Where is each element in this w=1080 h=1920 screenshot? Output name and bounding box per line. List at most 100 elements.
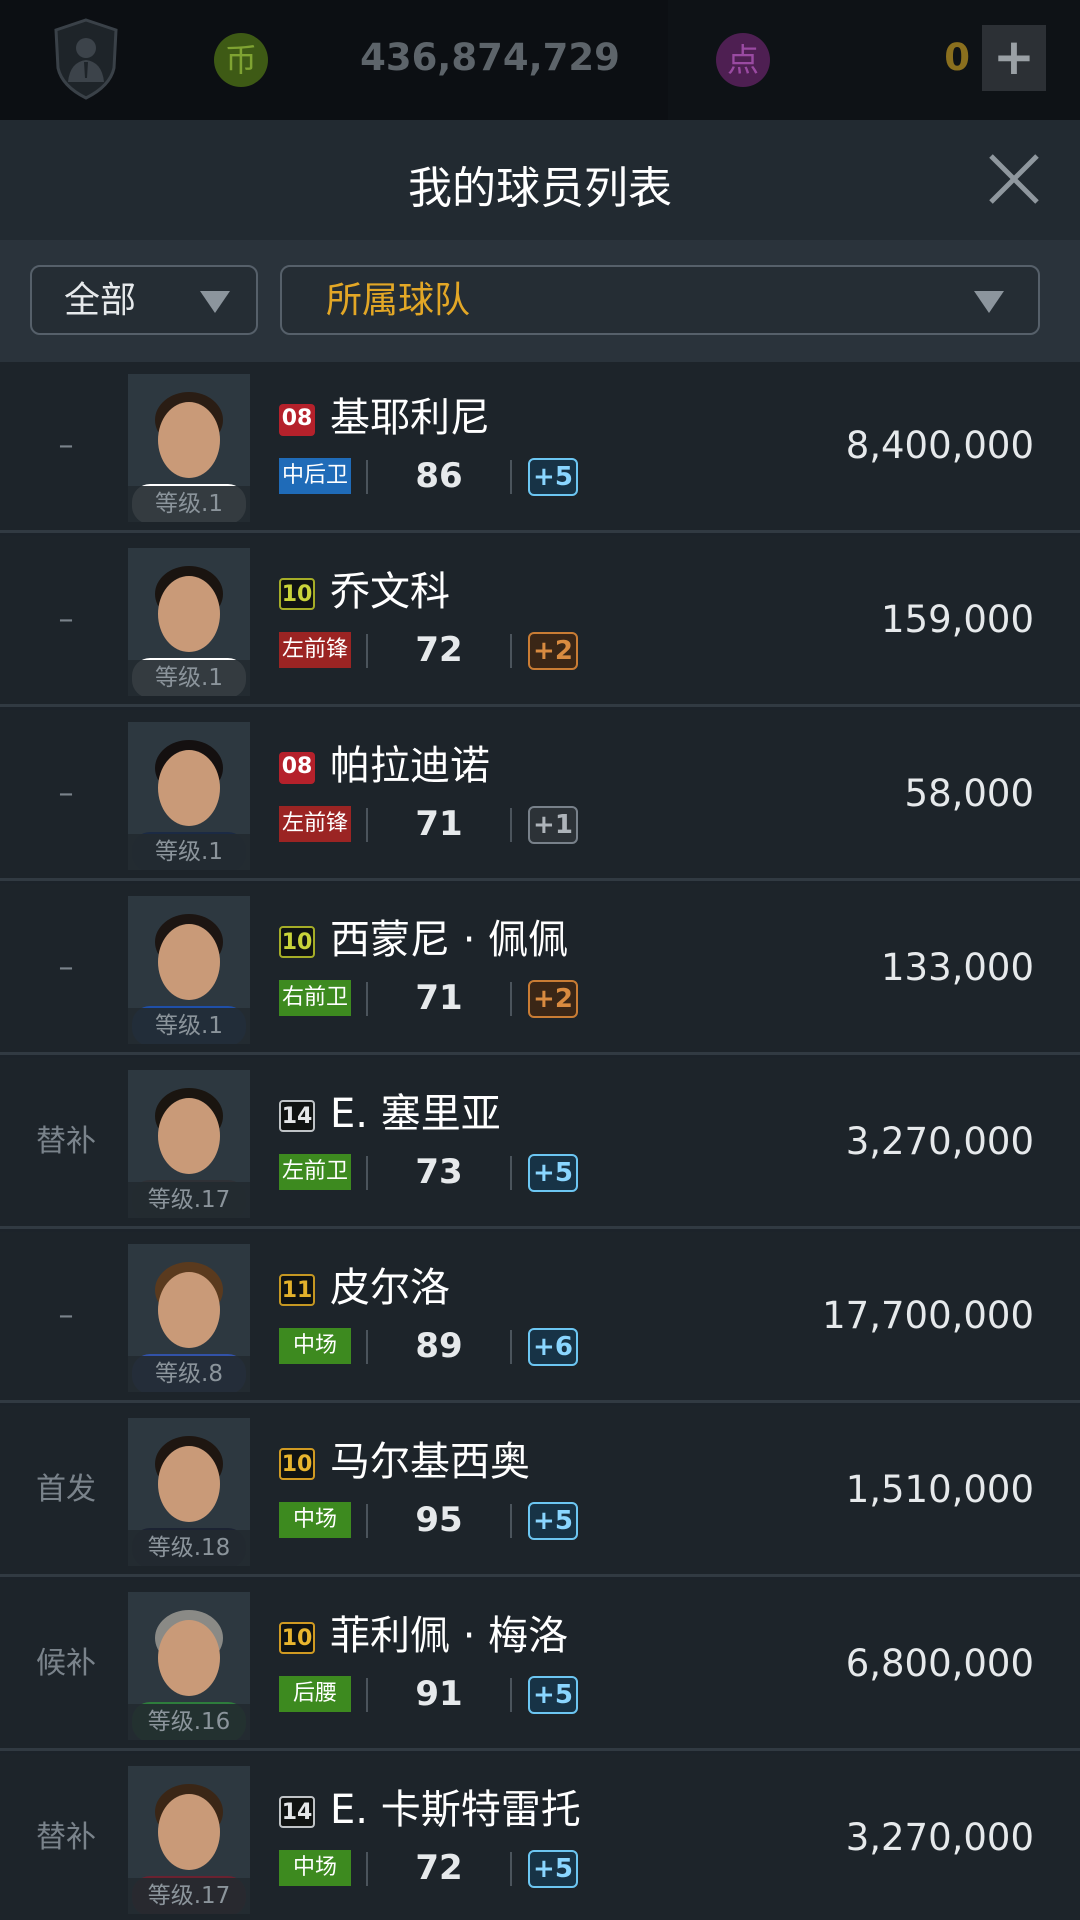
squad-status: 候补 xyxy=(36,1646,96,1681)
season-badge: 14 xyxy=(279,1100,315,1132)
divider xyxy=(366,1156,368,1190)
player-row[interactable]: – 等级.8 11 皮尔洛 中场 89 +6 17,700,000 xyxy=(0,1232,1080,1403)
position-badge: 左前锋 xyxy=(279,806,351,842)
position-badge: 中场 xyxy=(279,1328,351,1364)
player-level: 等级.1 xyxy=(128,660,250,696)
player-level: 等级.1 xyxy=(128,486,250,522)
chevron-down-icon xyxy=(200,291,230,313)
overall-rating: 71 xyxy=(415,804,463,844)
divider xyxy=(510,1330,512,1364)
squad-status: – xyxy=(58,1298,74,1333)
player-price: 1,510,000 xyxy=(845,1468,1034,1511)
upgrade-badge: +5 xyxy=(528,1154,578,1192)
squad-status: – xyxy=(58,776,74,811)
player-row[interactable]: 替补 等级.17 14 E. 卡斯特雷托 中场 72 +5 3,270,000 xyxy=(0,1754,1080,1920)
player-name: 马尔基西奥 xyxy=(330,1439,530,1485)
player-row[interactable]: 候补 等级.16 10 菲利佩 · 梅洛 后腰 91 +5 6,800,000 xyxy=(0,1580,1080,1751)
category-dropdown-label: 全部 xyxy=(64,280,137,321)
player-level: 等级.17 xyxy=(128,1878,250,1914)
player-price: 8,400,000 xyxy=(845,424,1034,467)
divider xyxy=(366,1678,368,1712)
divider xyxy=(510,808,512,842)
add-points-button[interactable]: + xyxy=(982,25,1046,91)
season-badge: 10 xyxy=(279,1448,315,1480)
squad-status: 首发 xyxy=(36,1472,96,1507)
overall-rating: 71 xyxy=(415,978,463,1018)
squad-status: 替补 xyxy=(36,1124,96,1159)
divider xyxy=(366,808,368,842)
divider xyxy=(510,634,512,668)
player-name: 乔文科 xyxy=(330,569,450,615)
position-badge: 左前锋 xyxy=(279,632,351,668)
player-row[interactable]: – 等级.1 10 乔文科 左前锋 72 +2 159,000 xyxy=(0,536,1080,707)
coin-amount: 436,874,729 xyxy=(360,36,620,79)
player-name: 基耶利尼 xyxy=(330,395,490,441)
player-level: 等级.1 xyxy=(128,834,250,870)
season-badge: 08 xyxy=(279,404,315,436)
divider xyxy=(510,460,512,494)
season-badge: 10 xyxy=(279,1622,315,1654)
upgrade-badge: +5 xyxy=(528,458,578,496)
squad-status: – xyxy=(58,950,74,985)
upgrade-badge: +5 xyxy=(528,1850,578,1888)
category-dropdown[interactable]: 全部 xyxy=(30,265,258,335)
player-list[interactable]: – 等级.1 08 基耶利尼 中后卫 86 +5 8,400,000 – 等级.… xyxy=(0,362,1080,1920)
player-price: 159,000 xyxy=(880,598,1034,641)
chevron-down-icon xyxy=(974,291,1004,313)
divider xyxy=(510,1156,512,1190)
team-dropdown[interactable]: 所属球队 xyxy=(280,265,1040,335)
divider xyxy=(366,1504,368,1538)
season-badge: 10 xyxy=(279,926,315,958)
overall-rating: 72 xyxy=(415,1848,463,1888)
overall-rating: 91 xyxy=(415,1674,463,1714)
overall-rating: 72 xyxy=(415,630,463,670)
player-level: 等级.17 xyxy=(128,1182,250,1218)
player-level: 等级.1 xyxy=(128,1008,250,1044)
player-level: 等级.8 xyxy=(128,1356,250,1392)
player-level: 等级.18 xyxy=(128,1530,250,1566)
player-price: 6,800,000 xyxy=(845,1642,1034,1685)
position-badge: 后腰 xyxy=(279,1676,351,1712)
point-icon: 点 xyxy=(716,33,770,87)
season-badge: 11 xyxy=(279,1274,315,1306)
player-name: E. 塞里亚 xyxy=(330,1091,501,1137)
position-badge: 左前卫 xyxy=(279,1154,351,1190)
position-badge: 中场 xyxy=(279,1502,351,1538)
page-title: 我的球员列表 xyxy=(408,163,672,214)
coin-icon: 币 xyxy=(214,33,268,87)
position-badge: 右前卫 xyxy=(279,980,351,1016)
player-name: 菲利佩 · 梅洛 xyxy=(330,1613,569,1659)
divider xyxy=(510,982,512,1016)
divider xyxy=(510,1852,512,1886)
title-bar: 我的球员列表 xyxy=(0,120,1080,240)
divider xyxy=(366,460,368,494)
overall-rating: 89 xyxy=(415,1326,463,1366)
overall-rating: 73 xyxy=(415,1152,463,1192)
upgrade-badge: +2 xyxy=(528,980,578,1018)
upgrade-badge: +6 xyxy=(528,1328,578,1366)
overall-rating: 95 xyxy=(415,1500,463,1540)
player-row[interactable]: 首发 等级.18 10 马尔基西奥 中场 95 +5 1,510,000 xyxy=(0,1406,1080,1577)
player-price: 3,270,000 xyxy=(845,1816,1034,1859)
player-price: 3,270,000 xyxy=(845,1120,1034,1163)
player-level: 等级.16 xyxy=(128,1704,250,1740)
player-row[interactable]: – 等级.1 08 帕拉迪诺 左前锋 71 +1 58,000 xyxy=(0,710,1080,881)
player-name: E. 卡斯特雷托 xyxy=(330,1787,581,1833)
season-badge: 14 xyxy=(279,1796,315,1828)
overall-rating: 86 xyxy=(415,456,463,496)
upgrade-badge: +5 xyxy=(528,1676,578,1714)
player-row[interactable]: – 等级.1 10 西蒙尼 · 佩佩 右前卫 71 +2 133,000 xyxy=(0,884,1080,1055)
close-icon[interactable] xyxy=(985,150,1043,208)
divider xyxy=(510,1678,512,1712)
squad-status: 替补 xyxy=(36,1820,96,1855)
player-row[interactable]: 替补 等级.17 14 E. 塞里亚 左前卫 73 +5 3,270,000 xyxy=(0,1058,1080,1229)
squad-status: – xyxy=(58,428,74,463)
divider xyxy=(366,982,368,1016)
team-dropdown-label: 所属球队 xyxy=(326,280,471,321)
manager-shield-icon[interactable] xyxy=(52,18,120,100)
squad-status: – xyxy=(58,602,74,637)
player-price: 17,700,000 xyxy=(822,1294,1034,1337)
player-name: 皮尔洛 xyxy=(330,1265,450,1311)
player-row[interactable]: – 等级.1 08 基耶利尼 中后卫 86 +5 8,400,000 xyxy=(0,362,1080,533)
divider xyxy=(366,1330,368,1364)
